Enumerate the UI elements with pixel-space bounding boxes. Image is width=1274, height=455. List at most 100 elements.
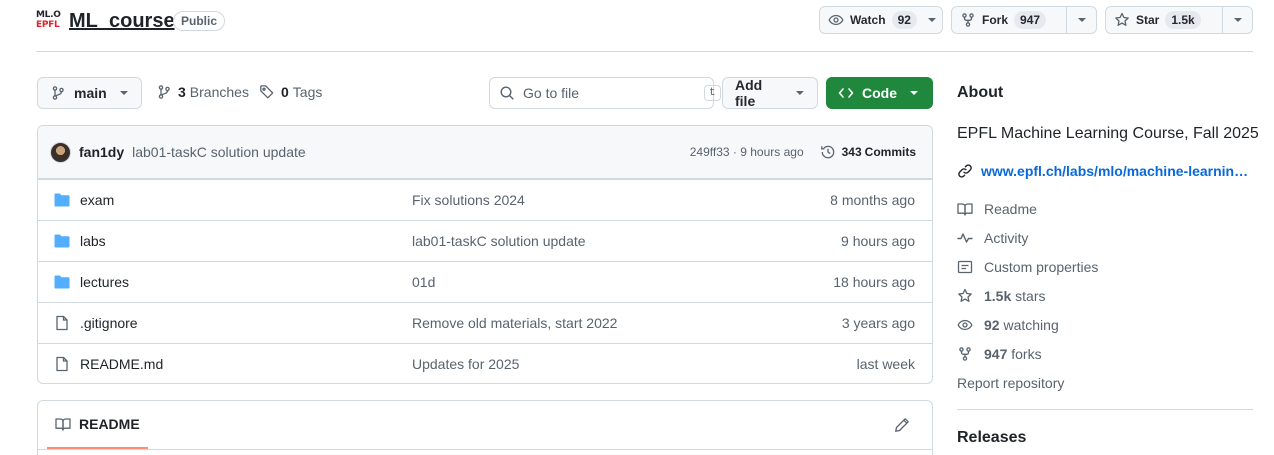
fork-label: Fork [982, 13, 1009, 27]
commits-label: Commits [864, 145, 916, 159]
readme-tab-divider [38, 449, 932, 450]
commit-author[interactable]: fan1dy [79, 144, 124, 160]
readme-link-label: Readme [984, 201, 1037, 217]
commit-meta: 249ff33 · 9 hours ago 343 Commits [690, 144, 916, 160]
code-icon [838, 85, 854, 101]
file-commit-message[interactable]: 01d [412, 274, 833, 290]
watching-count: 92 [984, 317, 1000, 333]
watch-main[interactable]: Watch 92 [820, 7, 925, 33]
code-label: Code [862, 85, 897, 101]
pencil-icon[interactable] [894, 417, 910, 433]
stars-count: 1.5k [984, 288, 1012, 304]
file-row[interactable]: exam Fix solutions 2024 8 months ago [38, 179, 932, 220]
file-name-link[interactable]: .gitignore [80, 315, 138, 331]
fork-dropdown[interactable] [1066, 7, 1096, 33]
file-browser: fan1dy lab01-taskC solution update 249ff… [37, 125, 933, 384]
branch-icon [50, 85, 66, 101]
star-dropdown[interactable] [1222, 7, 1252, 33]
file-name-cell: lectures [54, 274, 412, 290]
file-row[interactable]: README.md Updates for 2025 last week [38, 343, 932, 383]
tab-readme[interactable]: README [47, 401, 148, 449]
file-row[interactable]: .gitignore Remove old materials, start 2… [38, 302, 932, 343]
chevron-down-icon [910, 91, 918, 95]
stars-label: stars [1015, 288, 1046, 304]
file-name-link[interactable]: lectures [80, 274, 129, 290]
file-commit-message[interactable]: Updates for 2025 [412, 356, 857, 372]
file-commit-message[interactable]: Remove old materials, start 2022 [412, 315, 842, 331]
releases-title[interactable]: Releases [957, 429, 1026, 447]
fork-button[interactable]: Fork 947 [951, 6, 1097, 34]
fork-main[interactable]: Fork 947 [952, 7, 1066, 33]
file-name-cell: .gitignore [54, 315, 412, 331]
homepage-url: www.epfl.ch/labs/mlo/machine-learning-cs… [981, 163, 1253, 179]
go-to-file-search[interactable]: t [489, 77, 721, 109]
report-repository-link[interactable]: Report repository [957, 375, 1064, 391]
tag-icon [259, 84, 275, 100]
file-row[interactable]: labs lab01-taskC solution update 9 hours… [38, 220, 932, 261]
homepage-link[interactable]: www.epfl.ch/labs/mlo/machine-learning-cs… [957, 163, 1253, 179]
file-commit-message[interactable]: lab01-taskC solution update [412, 233, 841, 249]
branches-label: Branches [189, 84, 249, 100]
file-row[interactable]: lectures 01d 18 hours ago [38, 261, 932, 302]
report-label: Report repository [957, 375, 1065, 391]
file-age: last week [856, 356, 915, 372]
commit-message[interactable]: lab01-taskC solution update [132, 144, 306, 160]
search-shortcut-key: t [704, 85, 721, 101]
logo-line-2: EPFL [36, 20, 60, 30]
branch-name: main [74, 85, 107, 101]
repo-name-link[interactable]: ML_course [69, 9, 175, 33]
book-icon [55, 416, 71, 432]
forks-count: 947 [984, 346, 1008, 362]
activity-link[interactable]: Activity [957, 230, 1028, 246]
star-main[interactable]: Star 1.5k [1106, 7, 1222, 33]
eye-icon [957, 319, 973, 331]
watch-dropdown-icon[interactable] [927, 17, 937, 23]
folder-icon [54, 275, 70, 289]
activity-label: Activity [984, 230, 1029, 246]
branch-icon [156, 84, 172, 100]
search-input[interactable] [523, 85, 704, 101]
avatar[interactable] [50, 141, 71, 163]
file-age: 9 hours ago [841, 233, 915, 249]
file-name-link[interactable]: README.md [80, 356, 163, 372]
add-file-label: Add file [735, 77, 763, 109]
file-icon [54, 315, 70, 331]
branches-link[interactable]: 3 Branches [156, 84, 249, 100]
about-title: About [957, 84, 1004, 101]
note-icon [957, 260, 973, 274]
custom-properties-link[interactable]: Custom properties [957, 259, 1098, 275]
watchers-link[interactable]: 92 watching [957, 317, 1059, 333]
header-divider [36, 51, 1253, 52]
file-name-link[interactable]: exam [80, 192, 114, 208]
file-age: 8 months ago [830, 192, 915, 208]
star-button[interactable]: Star 1.5k [1105, 6, 1253, 34]
about-description: EPFL Machine Learning Course, Fall 2025 [957, 125, 1259, 142]
file-name-cell: exam [54, 192, 412, 208]
watch-label: Watch [850, 13, 886, 27]
stars-link[interactable]: 1.5k stars [957, 288, 1045, 304]
watch-button[interactable]: Watch 92 [819, 6, 943, 34]
code-button[interactable]: Code [826, 77, 933, 109]
forks-link[interactable]: 947 forks [957, 346, 1042, 362]
tags-link[interactable]: 0 Tags [259, 84, 322, 100]
branch-select-button[interactable]: main [37, 77, 142, 109]
chevron-down-icon [119, 91, 128, 95]
tags-count: 0 [281, 84, 289, 100]
commit-hash-time[interactable]: 249ff33 · 9 hours ago [690, 145, 804, 159]
repo-owner-logo[interactable]: ML.O EPFL [36, 11, 62, 31]
chevron-down-icon [1233, 18, 1242, 22]
file-age: 3 years ago [841, 315, 915, 331]
file-name-cell: labs [54, 233, 412, 249]
tags-label: Tags [292, 84, 323, 100]
latest-commit-bar: fan1dy lab01-taskC solution update 249ff… [38, 126, 932, 179]
add-file-button[interactable]: Add file [722, 77, 818, 109]
branches-count: 3 [178, 84, 186, 100]
chevron-down-icon [796, 91, 805, 95]
file-age: 18 hours ago [833, 274, 915, 290]
book-icon [957, 203, 973, 216]
readme-link[interactable]: Readme [957, 201, 1037, 217]
folder-icon [54, 193, 70, 207]
file-commit-message[interactable]: Fix solutions 2024 [412, 192, 830, 208]
commits-history-link[interactable]: 343 Commits [820, 144, 916, 160]
file-name-link[interactable]: labs [80, 233, 106, 249]
